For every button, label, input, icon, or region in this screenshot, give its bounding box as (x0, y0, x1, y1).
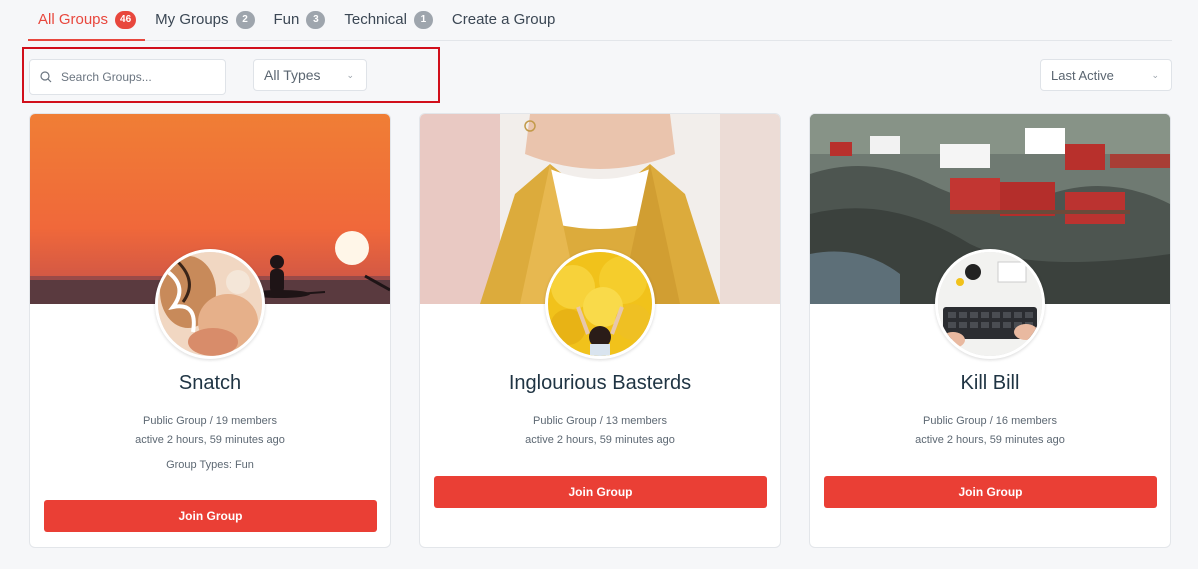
tab-label: Fun (273, 11, 300, 28)
group-name[interactable]: Snatch (30, 372, 390, 395)
tab-count-badge: 2 (235, 10, 255, 29)
chevron-down-icon: ⌄ (1151, 69, 1159, 80)
group-card: Inglourious Basterds Public Group / 13 m… (419, 113, 781, 548)
join-group-button[interactable]: Join Group (434, 476, 767, 508)
tab-technical[interactable]: Technical 1 (334, 0, 442, 40)
group-card: Kill Bill Public Group / 16 members acti… (809, 113, 1171, 548)
group-types: Group Types: Fun (166, 459, 254, 471)
tab-all-groups[interactable]: All Groups 46 (28, 0, 146, 41)
tab-label: My Groups (155, 11, 229, 28)
search-input[interactable] (61, 70, 211, 84)
group-privacy-members: Public Group / 19 members (143, 415, 277, 427)
group-name[interactable]: Inglourious Basterds (420, 372, 780, 395)
group-privacy-members: Public Group / 16 members (923, 415, 1057, 427)
group-tabs: All Groups 46 My Groups 2 Fun 3 Technica… (28, 0, 1172, 41)
group-card: Snatch Public Group / 19 members active … (29, 113, 391, 548)
group-avatar (155, 249, 265, 359)
tab-my-groups[interactable]: My Groups 2 (145, 0, 263, 40)
tab-count-badge: 1 (413, 10, 433, 29)
join-group-button[interactable]: Join Group (824, 476, 1157, 508)
group-last-active: active 2 hours, 59 minutes ago (135, 434, 285, 446)
group-name[interactable]: Kill Bill (810, 372, 1170, 395)
group-type-select[interactable]: All Types ⌄ (253, 59, 367, 91)
group-avatar (935, 249, 1045, 359)
group-last-active: active 2 hours, 59 minutes ago (525, 434, 675, 446)
tab-label: Technical (344, 11, 407, 28)
group-type-value: All Types (264, 67, 321, 83)
group-last-active: active 2 hours, 59 minutes ago (915, 434, 1065, 446)
sort-order-select[interactable]: Last Active ⌄ (1040, 59, 1172, 91)
tab-create-group[interactable]: Create a Group (442, 0, 564, 40)
tab-label: All Groups (38, 11, 109, 28)
search-box[interactable] (29, 59, 226, 95)
join-group-button[interactable]: Join Group (44, 500, 377, 532)
group-privacy-members: Public Group / 13 members (533, 415, 667, 427)
chevron-down-icon: ⌄ (346, 69, 354, 80)
sort-order-value: Last Active (1051, 67, 1114, 83)
tab-fun[interactable]: Fun 3 (264, 0, 335, 40)
search-icon (40, 71, 52, 83)
group-avatar (545, 249, 655, 359)
tab-count-badge: 3 (306, 10, 326, 29)
tab-label: Create a Group (451, 11, 556, 28)
tab-count-badge: 46 (115, 10, 137, 29)
